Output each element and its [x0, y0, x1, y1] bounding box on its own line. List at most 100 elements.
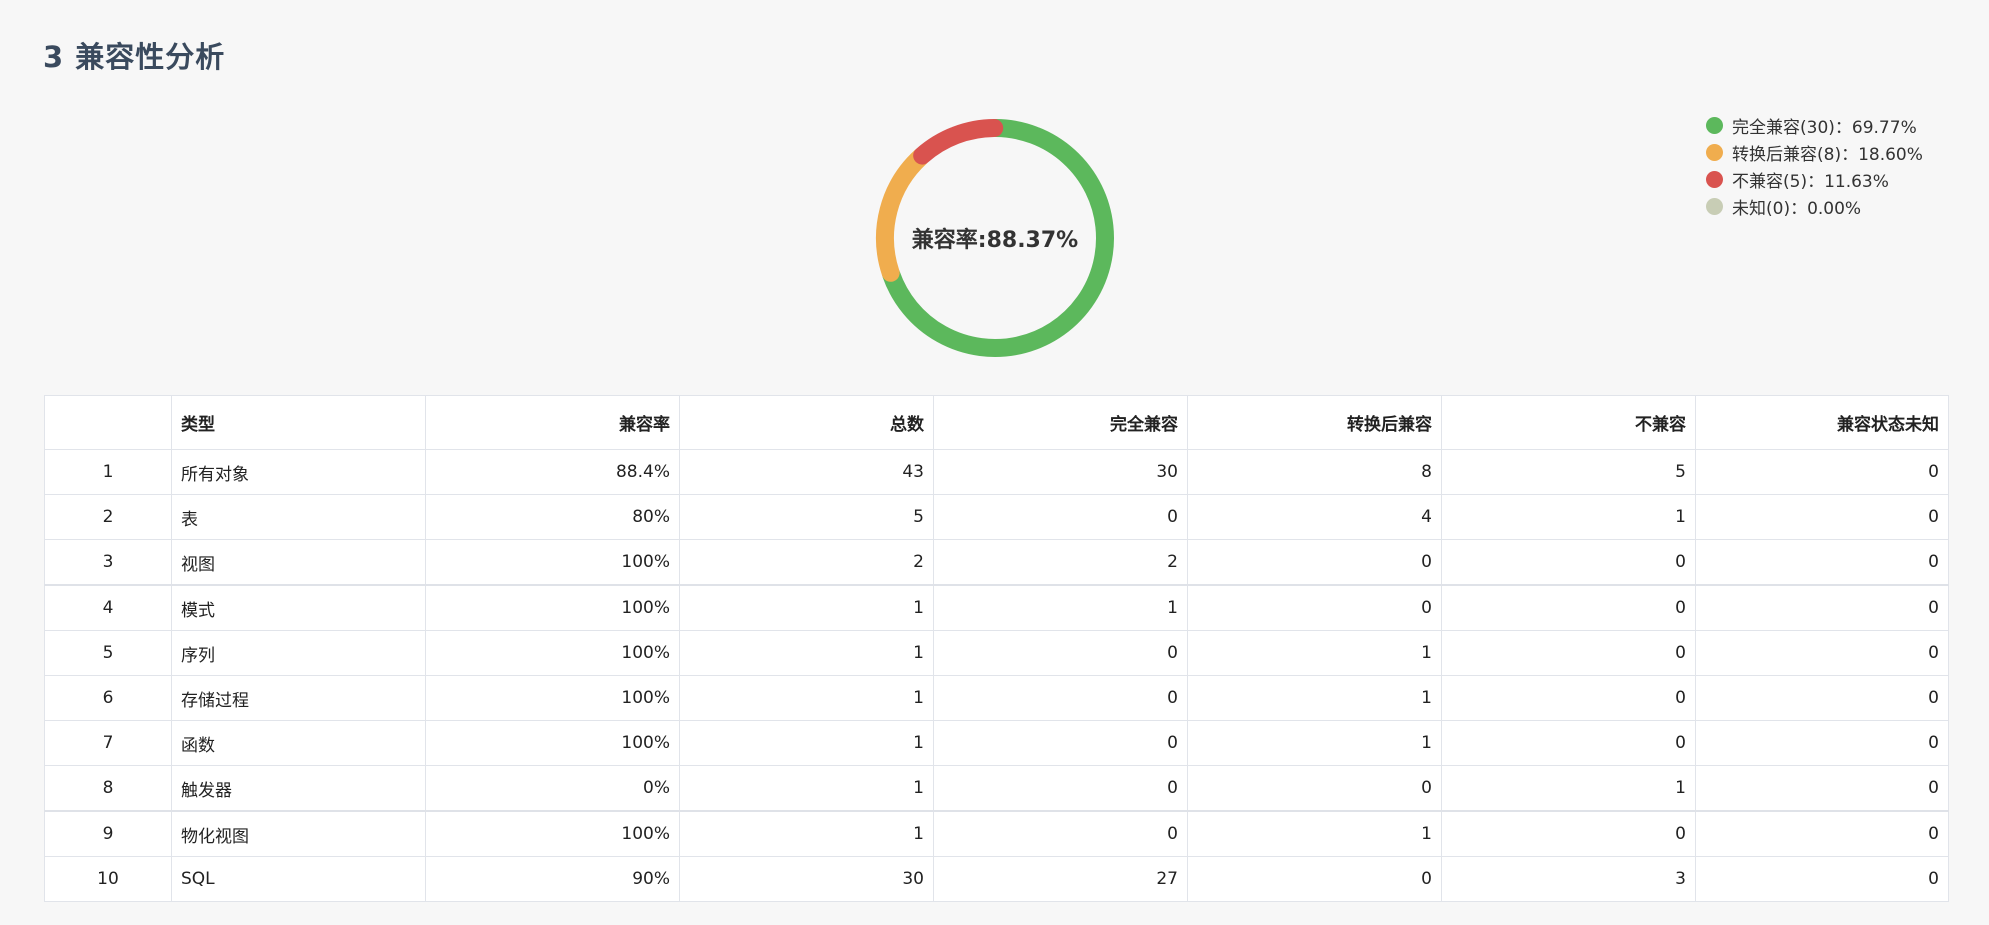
table-row: 6 存储过程 100% 1 0 1 0 0 [44, 675, 1949, 721]
row-index-cell: 2 [44, 494, 172, 540]
value-cell: 0 [933, 720, 1188, 766]
value-cell: 8 [1187, 449, 1442, 495]
value-cell: 0 [1695, 630, 1949, 676]
value-cell: 0 [1441, 675, 1696, 721]
value-cell: 80% [425, 494, 680, 540]
type-cell: 函数 [171, 720, 426, 766]
type-cell: 表 [171, 494, 426, 540]
table-header-row: 类型 兼容率 总数 完全兼容 转换后兼容 不兼容 兼容状态未知 [44, 395, 1949, 450]
legend-label: 未知(0)：0.00% [1732, 199, 1862, 219]
column-header: 兼容率 [425, 395, 680, 450]
legend-dot-icon [1706, 117, 1723, 134]
table-row: 3 视图 100% 2 2 0 0 0 [44, 539, 1949, 586]
value-cell: 0 [1441, 584, 1696, 631]
value-cell: 2 [933, 539, 1188, 586]
legend-item[interactable]: 不兼容(5)：11.63% [1706, 166, 1923, 193]
type-cell: SQL [171, 856, 426, 902]
value-cell: 88.4% [425, 449, 680, 495]
value-cell: 1 [679, 630, 934, 676]
type-cell: 序列 [171, 630, 426, 676]
value-cell: 0 [1695, 449, 1949, 495]
compatibility-rate-label: 兼容率:88.37% [911, 228, 1079, 253]
value-cell: 1 [679, 675, 934, 721]
legend-item[interactable]: 未知(0)：0.00% [1706, 193, 1923, 220]
value-cell: 0% [425, 765, 680, 812]
legend-item[interactable]: 转换后兼容(8)：18.60% [1706, 139, 1923, 166]
value-cell: 0 [1187, 539, 1442, 586]
value-cell: 0 [1187, 856, 1442, 902]
value-cell: 0 [1695, 720, 1949, 766]
table-row: 4 模式 100% 1 1 0 0 0 [44, 584, 1949, 631]
value-cell: 5 [679, 494, 934, 540]
column-header [44, 395, 172, 450]
value-cell: 0 [1441, 630, 1696, 676]
legend-dot-icon [1706, 198, 1723, 215]
type-cell: 模式 [171, 584, 426, 631]
value-cell: 1 [679, 765, 934, 812]
value-cell: 1 [1187, 675, 1442, 721]
column-header: 不兼容 [1441, 395, 1696, 450]
value-cell: 100% [425, 584, 680, 631]
value-cell: 0 [1441, 720, 1696, 766]
table-body: 1 所有对象 88.4% 43 30 8 5 0 2 表 80% 5 0 4 1 0 3 视图 100% 2 2 0 0 0 4… [44, 449, 1949, 902]
value-cell: 0 [1695, 539, 1949, 586]
row-index-cell: 7 [44, 720, 172, 766]
value-cell: 0 [1695, 856, 1949, 902]
row-index-cell: 3 [44, 539, 172, 586]
compatibility-donut-chart: 兼容率:88.37% [860, 103, 1130, 373]
value-cell: 4 [1187, 494, 1442, 540]
value-cell: 90% [425, 856, 680, 902]
column-header: 转换后兼容 [1187, 395, 1442, 450]
legend-label: 不兼容(5)：11.63% [1732, 172, 1889, 192]
value-cell: 100% [425, 675, 680, 721]
legend-label: 转换后兼容(8)：18.60% [1732, 145, 1923, 165]
value-cell: 0 [933, 675, 1188, 721]
value-cell: 0 [1695, 494, 1949, 540]
row-index-cell: 6 [44, 675, 172, 721]
value-cell: 1 [679, 810, 934, 857]
legend-dot-icon [1706, 144, 1723, 161]
value-cell: 1 [1187, 720, 1442, 766]
value-cell: 0 [1695, 584, 1949, 631]
value-cell: 100% [425, 539, 680, 586]
row-index-cell: 9 [44, 810, 172, 857]
legend-dot-icon [1706, 171, 1723, 188]
table-row: 8 触发器 0% 1 0 0 1 0 [44, 765, 1949, 812]
value-cell: 0 [1441, 810, 1696, 857]
table-row: 1 所有对象 88.4% 43 30 8 5 0 [44, 449, 1949, 495]
value-cell: 3 [1441, 856, 1696, 902]
value-cell: 0 [933, 810, 1188, 857]
value-cell: 1 [1441, 765, 1696, 812]
value-cell: 1 [679, 584, 934, 631]
value-cell: 1 [933, 584, 1188, 631]
row-index-cell: 10 [44, 856, 172, 902]
table-row: 10 SQL 90% 30 27 0 3 0 [44, 856, 1949, 902]
table-row: 7 函数 100% 1 0 1 0 0 [44, 720, 1949, 766]
value-cell: 27 [933, 856, 1188, 902]
legend-item[interactable]: 完全兼容(30)：69.77% [1706, 112, 1923, 139]
value-cell: 30 [933, 449, 1188, 495]
column-header: 类型 [171, 395, 426, 450]
value-cell: 0 [933, 494, 1188, 540]
value-cell: 1 [1187, 630, 1442, 676]
value-cell: 1 [679, 720, 934, 766]
value-cell: 0 [933, 630, 1188, 676]
value-cell: 5 [1441, 449, 1696, 495]
section-title: 3 兼容性分析 [43, 40, 226, 74]
value-cell: 0 [1695, 675, 1949, 721]
value-cell: 30 [679, 856, 934, 902]
compatibility-table: 类型 兼容率 总数 完全兼容 转换后兼容 不兼容 兼容状态未知 1 所有对象 88.4% 43 30… [44, 395, 1949, 902]
column-header: 兼容状态未知 [1695, 395, 1949, 450]
row-index-cell: 8 [44, 765, 172, 812]
value-cell: 100% [425, 720, 680, 766]
value-cell: 0 [1695, 765, 1949, 812]
type-cell: 触发器 [171, 765, 426, 812]
value-cell: 0 [1187, 584, 1442, 631]
value-cell: 1 [1187, 810, 1442, 857]
column-header: 总数 [679, 395, 934, 450]
type-cell: 物化视图 [171, 810, 426, 857]
chart-legend: 完全兼容(30)：69.77% 转换后兼容(8)：18.60% 不兼容(5)：11.… [1706, 112, 1923, 220]
row-index-cell: 4 [44, 584, 172, 631]
value-cell: 43 [679, 449, 934, 495]
value-cell: 2 [679, 539, 934, 586]
